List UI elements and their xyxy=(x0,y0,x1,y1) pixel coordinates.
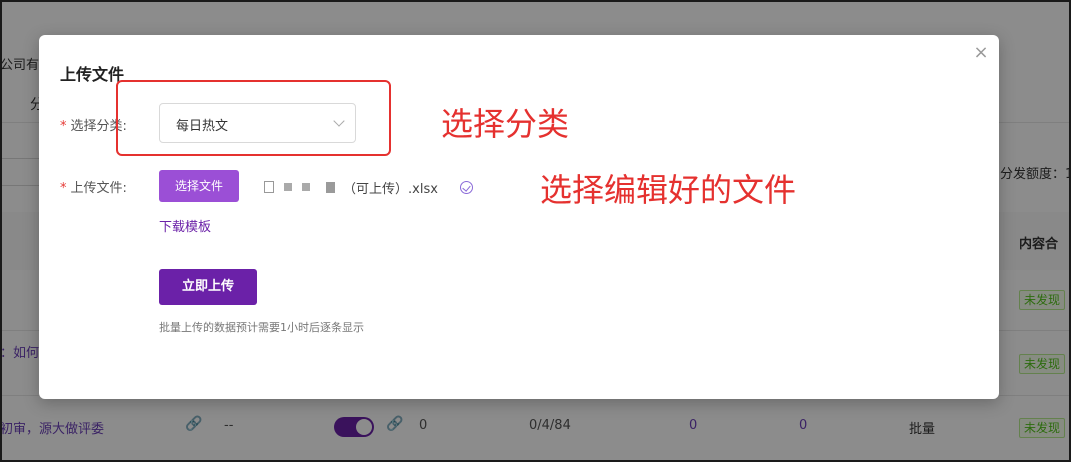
file-icon xyxy=(326,181,335,193)
select-file-button[interactable]: 选择文件 xyxy=(159,170,239,202)
close-icon[interactable]: × xyxy=(971,43,991,63)
category-selected-value: 每日热文 xyxy=(176,119,229,134)
dialog-title: 上传文件 xyxy=(60,65,125,84)
download-template-link[interactable]: 下载模板 xyxy=(159,216,211,235)
category-label-text: 选择分类: xyxy=(70,119,127,134)
category-select[interactable]: 每日热文 xyxy=(159,103,356,143)
file-label: * 上传文件: xyxy=(60,177,127,196)
file-name: （可上传）.xlsx xyxy=(343,181,438,197)
file-label-text: 上传文件: xyxy=(70,181,127,196)
file-icon xyxy=(264,181,274,193)
category-label: * 选择分类: xyxy=(60,115,127,134)
selected-file: （可上传）.xlsx xyxy=(264,178,473,197)
redacted-block xyxy=(284,183,292,191)
upload-now-button[interactable]: 立即上传 xyxy=(159,269,257,305)
required-mark: * xyxy=(60,181,67,196)
required-mark: * xyxy=(60,119,67,134)
annotation-category: 选择分类 xyxy=(441,105,570,143)
upload-hint: 批量上传的数据预计需要1小时后逐条显示 xyxy=(159,321,364,334)
redacted-block xyxy=(302,183,310,191)
annotation-file: 选择编辑好的文件 xyxy=(540,171,797,209)
check-circle-icon xyxy=(459,180,473,194)
chevron-down-icon xyxy=(333,115,345,127)
upload-file-dialog: × 上传文件 * 选择分类: 每日热文 选择分类 * 上传文件: 选择文件 （可上传… xyxy=(39,35,999,399)
